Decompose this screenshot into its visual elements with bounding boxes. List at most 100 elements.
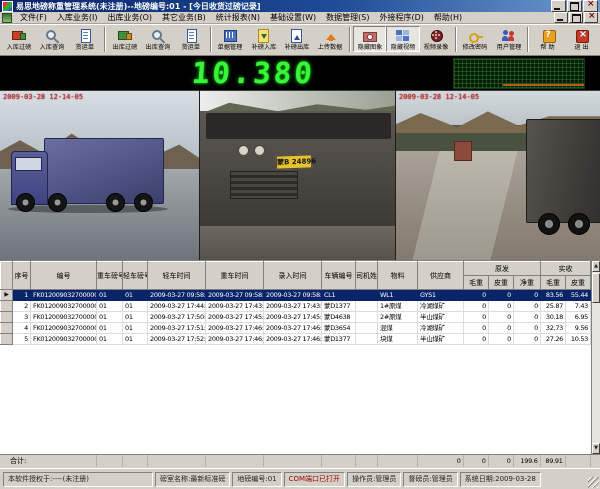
scrollbar-thumb[interactable] bbox=[592, 273, 600, 303]
column-header[interactable]: 录入时间 bbox=[264, 262, 322, 290]
table-row[interactable]: 2FK012009032700000201012009-03-27 17:44:… bbox=[1, 301, 591, 312]
license-plate: 蒙B 24896 bbox=[276, 154, 312, 169]
menu-item[interactable]: 统计报表(N) bbox=[211, 12, 265, 23]
column-header[interactable]: 物料 bbox=[378, 262, 418, 290]
column-header[interactable]: 轻车时间 bbox=[148, 262, 206, 290]
film-icon bbox=[429, 28, 444, 43]
child-restore-icon[interactable] bbox=[569, 12, 583, 23]
toolbar-button-key[interactable]: 修改密码 bbox=[459, 26, 492, 52]
led-matrix-underline bbox=[503, 84, 584, 86]
cell: 2#原煤 bbox=[378, 312, 418, 323]
child-close-icon[interactable] bbox=[584, 12, 598, 23]
cell: 27.26 bbox=[541, 334, 566, 345]
cell bbox=[356, 334, 378, 345]
cell bbox=[321, 455, 355, 467]
truck-wheel bbox=[538, 213, 560, 235]
column-header[interactable]: 司机姓名 bbox=[356, 262, 378, 290]
toolbar-button-upload[interactable]: 上传数据 bbox=[314, 26, 347, 52]
column-group-header[interactable]: 实收 bbox=[541, 262, 591, 276]
truck-wheel bbox=[48, 193, 67, 212]
led-matrix-panel bbox=[453, 58, 585, 89]
scroll-up-icon[interactable]: ▲ bbox=[592, 261, 600, 272]
totals-table-row: 合计:000199.689.91 bbox=[0, 455, 590, 467]
total-value: 0 bbox=[417, 455, 463, 467]
search-icon bbox=[44, 28, 59, 43]
cell: 6.95 bbox=[566, 312, 591, 323]
cell: 1#原煤 bbox=[378, 301, 418, 312]
status-panel: 本软件授权于:----(未注册) bbox=[3, 472, 153, 487]
truck-wheel bbox=[134, 193, 153, 212]
menu-item[interactable]: 基础设置(W) bbox=[265, 12, 321, 23]
docs-icon bbox=[223, 28, 238, 43]
toolbar-button-truck-in[interactable]: 入库过磅 bbox=[2, 26, 35, 52]
menu-item[interactable]: 帮助(H) bbox=[429, 12, 467, 23]
column-header[interactable]: 重车磅号 bbox=[97, 262, 123, 290]
toolbar-button-label: 入库过磅 bbox=[6, 43, 31, 51]
table-row[interactable]: ▶1FK012009032700000101012009-03-27 09:58… bbox=[1, 290, 591, 301]
toolbar-button-doc-out[interactable]: 补磅出库 bbox=[280, 26, 313, 52]
cell: 半山煤矿 bbox=[418, 312, 464, 323]
cell: 半山煤矿 bbox=[418, 334, 464, 345]
toolbar-button-search[interactable]: 出库查询 bbox=[141, 26, 174, 52]
column-header[interactable]: 车辆编号 bbox=[322, 262, 356, 290]
toolbar-button-waybill[interactable]: 货运单 bbox=[174, 26, 207, 52]
cell: 2009-03-27 17:45:00 bbox=[206, 312, 264, 323]
toolbar-button-camera[interactable]: 隐藏图象 bbox=[353, 26, 386, 52]
column-header[interactable]: 重车时间 bbox=[206, 262, 264, 290]
menu-item[interactable]: 其它业务(B) bbox=[157, 12, 211, 23]
column-subheader[interactable]: 净重 bbox=[514, 276, 541, 290]
row-gutter bbox=[1, 323, 13, 334]
row-gutter bbox=[1, 301, 13, 312]
cell: 2009-03-27 17:43:00 bbox=[206, 301, 264, 312]
minimize-icon[interactable] bbox=[551, 0, 566, 12]
toolbar-button-exit[interactable]: 退 出 bbox=[565, 26, 598, 52]
toolbar-button-search[interactable]: 入库查询 bbox=[35, 26, 68, 52]
waybill-icon bbox=[78, 28, 93, 43]
column-group-header[interactable]: 原发 bbox=[464, 262, 541, 276]
total-value: 0 bbox=[463, 455, 488, 467]
toolbar-button-doc-in[interactable]: 补磅入库 bbox=[247, 26, 280, 52]
column-header[interactable]: 供应商 bbox=[418, 262, 464, 290]
cell: FK0120090327000002 bbox=[31, 301, 97, 312]
cell: 0 bbox=[464, 290, 489, 301]
resize-grip-icon[interactable] bbox=[588, 477, 599, 488]
child-minimize-icon[interactable] bbox=[554, 12, 568, 23]
toolbar-separator bbox=[210, 27, 212, 52]
waybill-icon bbox=[184, 28, 199, 43]
cell: 2009-03-27 09:58:00 bbox=[148, 290, 206, 301]
column-subheader[interactable]: 毛重 bbox=[464, 276, 489, 290]
table-row[interactable]: 3FK012009032700000301012009-03-27 17:50:… bbox=[1, 312, 591, 323]
toolbar-button-help[interactable]: 帮 助 bbox=[531, 26, 564, 52]
cell: 7.43 bbox=[566, 301, 591, 312]
toolbar-button-users[interactable]: 用户管理 bbox=[492, 26, 525, 52]
column-subheader[interactable]: 皮重 bbox=[566, 276, 591, 290]
column-header[interactable]: 轻车磅号 bbox=[123, 262, 148, 290]
cell: 01 bbox=[123, 312, 148, 323]
menu-item[interactable]: 数据管理(S) bbox=[321, 12, 374, 23]
cell: CL1 bbox=[322, 290, 356, 301]
toolbar-button-label: 帮 助 bbox=[541, 43, 555, 51]
toolbar-button-docs[interactable]: 单据管理 bbox=[214, 26, 247, 52]
menu-item[interactable]: 入库业务(I) bbox=[52, 12, 103, 23]
toolbar-button-film[interactable]: 视频录像 bbox=[420, 26, 453, 52]
camera-panel-front-view: 蒙B 24896 bbox=[200, 91, 396, 260]
menu-item[interactable]: 外接程序(D) bbox=[374, 12, 428, 23]
toolbar-button-video[interactable]: 隐藏视频 bbox=[386, 26, 419, 52]
column-header[interactable]: 编号 bbox=[31, 262, 97, 290]
column-header[interactable]: 序号 bbox=[13, 262, 31, 290]
toolbar-button-truck-out[interactable]: 出库过磅 bbox=[108, 26, 141, 52]
cell: 30.18 bbox=[541, 312, 566, 323]
table-row[interactable]: 4FK012009032700000401012009-03-27 17:51:… bbox=[1, 323, 591, 334]
truck-windshield bbox=[206, 113, 391, 139]
menu-item[interactable]: 文件(F) bbox=[15, 12, 52, 23]
vertical-scrollbar[interactable]: ▲ ▼ bbox=[591, 261, 600, 454]
column-subheader[interactable]: 毛重 bbox=[541, 276, 566, 290]
cell bbox=[356, 312, 378, 323]
cell: 0 bbox=[514, 323, 541, 334]
toolbar-button-waybill[interactable]: 货运单 bbox=[69, 26, 102, 52]
column-subheader[interactable]: 皮重 bbox=[489, 276, 514, 290]
restore-icon[interactable] bbox=[567, 0, 582, 12]
scroll-down-icon[interactable]: ▼ bbox=[592, 443, 600, 454]
table-row[interactable]: 5FK012009032700000501012009-03-27 17:52:… bbox=[1, 334, 591, 345]
menu-item[interactable]: 出库业务(O) bbox=[102, 12, 157, 23]
